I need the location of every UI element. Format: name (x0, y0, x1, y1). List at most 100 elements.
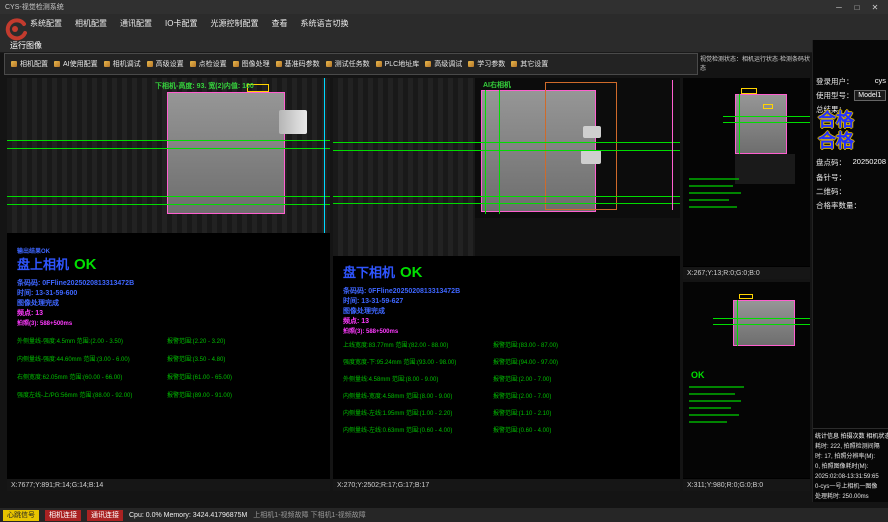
result-ok-text: OK (400, 264, 423, 281)
process-text: 图像处理完成 (343, 306, 385, 316)
total-result-value: 合格 合格 (818, 110, 884, 152)
measure-line (7, 148, 330, 149)
toolbar-item-test-tasks[interactable]: 测试任务数 (326, 59, 370, 69)
barcode-text: 条码码: 0FFline2025020813313472B (17, 278, 134, 288)
photo-info-text: 拍照(3): 588+500ms (17, 318, 72, 327)
camera-label: 盘下相机 (343, 262, 395, 281)
model-select[interactable]: Model1 (854, 90, 887, 101)
measure-line (7, 140, 330, 141)
window-controls: ─ □ ✕ (831, 3, 883, 12)
measure-line (333, 196, 680, 197)
toolbar-item-advanced-settings[interactable]: 高级设置 (147, 59, 184, 69)
measure-line-vertical (737, 300, 738, 346)
alarm-range-text: 报警范围:(83.00 - 87.00) (493, 340, 558, 349)
measurement-row: 上线宽度:83.77mm 范围:(82.00 - 88.00) 报警范围:(83… (343, 340, 653, 349)
toolbar-item-spot-check[interactable]: 点检设置 (190, 59, 227, 69)
titlebar: CYS-视觉检测系统 ─ □ ✕ (0, 0, 888, 14)
micro-text-line (689, 199, 729, 201)
measure-line (7, 196, 330, 197)
result-ok-text: OK (691, 370, 705, 380)
left-overlay-title: 下相机-高度: 93. 宽(2)内值: 100 (155, 81, 254, 91)
stats-panel: 统计信息 拍摄次数 相机状态 耗时: 222, 拍照检测间隔 时: 17, 拍照… (813, 428, 888, 502)
camera-connection-badge: 相机连接 (45, 510, 81, 521)
micro-text-line (689, 400, 741, 402)
needle-label: 备针号： (816, 172, 846, 183)
stats-line: 耗时: 222, 拍照检测间隔 (815, 442, 886, 452)
menu-bar: 系统配置 相机配置 通讯配置 IO卡配置 光源控制配置 查看 系统语言切换 (30, 15, 880, 31)
menu-item-io-config[interactable]: IO卡配置 (165, 18, 197, 29)
menu-item-system-config[interactable]: 系统配置 (30, 18, 62, 29)
freq-text: 频点: 13 (17, 308, 43, 318)
toolbar-item-camera-config[interactable]: 相机配置 (11, 59, 48, 69)
menu-item-language[interactable]: 系统语言切换 (300, 18, 348, 29)
toolbar: 相机配置 AI使用配置 相机调试 高级设置 点检设置 图像处理 基准码参数 测试… (4, 53, 698, 75)
measurement-row: 内侧量线-左线:1.95mm 范围:(1.00 - 2.20) 报警范围:(1.… (343, 408, 653, 417)
login-row: 登录用户： cys (816, 76, 886, 87)
camera-view-small-top[interactable] (683, 78, 810, 266)
measurement-text: 强度左线-上/PG:56mm 范围:(88.00 - 92.00) (17, 390, 167, 399)
tool-icon (276, 61, 282, 67)
photo-info-text: 拍照(3): 588+500ms (343, 326, 398, 335)
result-line: 合格 (818, 131, 884, 152)
toolbar-item-barcode-params[interactable]: 基准码参数 (276, 59, 320, 69)
status-bar: 心跳信号 相机连接 通讯连接 Cpu: 0.0% Memory: 3424.41… (0, 508, 888, 522)
stats-line: 0-cys一号上相机一图像 (815, 482, 886, 492)
micro-text-line (689, 206, 737, 208)
measure-line (333, 150, 680, 151)
camera-view-left[interactable]: 下相机-高度: 93. 宽(2)内值: 100 输出结果OK 盘上相机 OK 条… (7, 78, 330, 478)
measurement-text: 上线宽度:83.77mm 范围:(82.00 - 88.00) (343, 340, 493, 349)
batch-value: 20250208 (853, 157, 886, 168)
roi-orange-box (545, 82, 617, 210)
tab-run-image[interactable]: 运行图像 (10, 40, 42, 51)
menu-item-light-config[interactable]: 光源控制配置 (210, 18, 258, 29)
measurement-text: 强度宽度-下:95.24mm 范围:(93.00 - 98.00) (343, 357, 493, 366)
part-shadow (735, 154, 795, 184)
camera-view-small-bottom[interactable]: OK (683, 282, 810, 478)
camera-view-middle[interactable]: AI右相机 盘下相机 OK 条码码: 0FFline20250208133134… (333, 78, 680, 478)
measurement-text: 内侧量线-左线:1.95mm 范围:(1.00 - 2.20) (343, 408, 493, 417)
measurement-text: 外侧量线-强度:4.5mm 范围:(2.00 - 3.50) (17, 336, 167, 345)
small-top-coords-bar: X:267;Y:13;R:0;G:0;B:0 (683, 266, 810, 279)
window-title: CYS-视觉检测系统 (5, 2, 64, 12)
alarm-range-text: 报警范围:(2.00 - 7.00) (493, 391, 551, 400)
alarm-range-text: 报警范围:(61.00 - 65.00) (167, 372, 232, 381)
toolbar-item-camera-debug[interactable]: 相机调试 (104, 59, 141, 69)
freq-text: 频点: 13 (343, 316, 369, 326)
toolbar-item-advanced-debug[interactable]: 高级调试 (425, 59, 462, 69)
micro-text-line (689, 185, 733, 187)
result-row: 盘下相机 OK (343, 262, 423, 281)
measurement-row: 外侧量线-强度:4.5mm 范围:(2.00 - 3.50) 报警范围:(2.2… (17, 336, 327, 345)
heartbeat-status-badge: 心跳信号 (3, 510, 39, 521)
micro-text-line (689, 393, 735, 395)
toolbar-item-other-settings[interactable]: 其它设置 (511, 59, 548, 69)
toolbar-item-plc-address[interactable]: PLC地址库 (376, 59, 420, 69)
menu-item-comm-config[interactable]: 通讯配置 (120, 18, 152, 29)
micro-text-line (689, 421, 727, 423)
measure-line (713, 324, 810, 325)
maximize-button[interactable]: □ (849, 3, 865, 12)
middle-coords-bar: X:270;Y:2502;R:17;G:17;B:17 (333, 478, 680, 491)
tool-icon (468, 61, 474, 67)
process-text: 图像处理完成 (17, 298, 59, 308)
toolbar-item-image-processing[interactable]: 图像处理 (233, 59, 270, 69)
micro-text-line (689, 414, 739, 416)
toolbar-item-ai-config[interactable]: AI使用配置 (54, 59, 98, 69)
app-logo-icon (3, 16, 27, 42)
minimize-button[interactable]: ─ (831, 3, 847, 12)
close-button[interactable]: ✕ (867, 3, 883, 12)
alarm-range-text: 报警范围:(3.50 - 4.80) (167, 354, 225, 363)
menu-item-camera-config[interactable]: 相机配置 (75, 18, 107, 29)
pass-count-label: 合格率数量： (816, 200, 861, 211)
yellow-marker (739, 294, 753, 299)
micro-text-line (689, 407, 731, 409)
toolbar-item-learn-params[interactable]: 学习参数 (468, 59, 505, 69)
menu-item-view[interactable]: 查看 (271, 18, 287, 29)
tool-icon (425, 61, 431, 67)
tool-icon (147, 61, 153, 67)
tool-icon (233, 61, 239, 67)
measurement-text: 外侧量线:4.58mm 范围:(8.00 - 9.00) (343, 374, 493, 383)
left-coords-bar: X:7677;Y:891;R:14;G:14;B:14 (7, 478, 330, 491)
yellow-marker (741, 88, 757, 94)
measure-line (713, 318, 810, 319)
stats-line: 处理耗时: 250.00ms (815, 492, 886, 502)
